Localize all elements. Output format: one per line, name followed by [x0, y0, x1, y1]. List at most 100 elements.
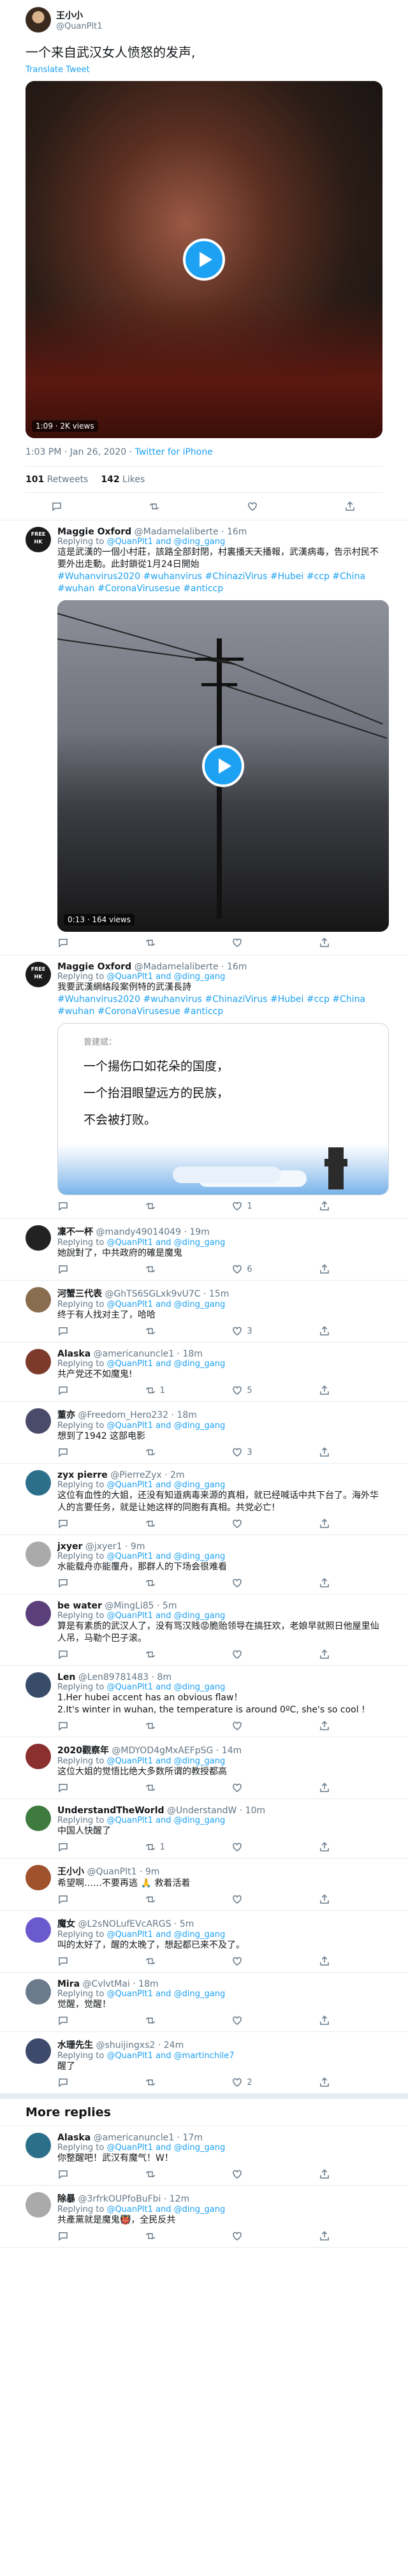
reply-name[interactable]: 2020觀察年 [57, 1746, 109, 1756]
tweet-source[interactable]: Twitter for iPhone [135, 447, 213, 457]
share-button[interactable] [319, 1518, 344, 1529]
reply-button[interactable] [57, 1782, 83, 1793]
retweet-button[interactable] [145, 1200, 170, 1212]
avatar[interactable] [26, 1287, 51, 1313]
reply-handle[interactable]: @Madamelaliberte [135, 527, 219, 537]
reply-item[interactable]: zyx pierre @PierreZyx · 2m Replying to @… [0, 1464, 408, 1535]
reply-handle[interactable]: @MDYOD4gMxAEFpSG [112, 1746, 213, 1756]
reply-hashtags[interactable]: #Wuhanvirus2020 #wuhanvirus #ChinaziViru… [57, 994, 382, 1018]
reply-handle[interactable]: @jxyer1 [85, 1542, 122, 1552]
avatar[interactable] [26, 1865, 51, 1890]
reply-handle[interactable]: @americanuncle1 [94, 2133, 174, 2143]
replying-to[interactable]: @QuanPlt1 and @ding_gang [106, 1989, 225, 1999]
share-button[interactable] [344, 501, 370, 512]
reply-handle[interactable]: @GhTS6SGLxk9vU7C [105, 1289, 200, 1299]
like-button[interactable] [231, 937, 257, 948]
reply-name[interactable]: 魔女 [57, 1919, 75, 1929]
share-button[interactable] [319, 2168, 344, 2180]
replying-to[interactable]: @QuanPlt1 and @ding_gang [106, 1756, 225, 1766]
avatar[interactable] [26, 1917, 51, 1943]
like-button[interactable] [231, 1518, 257, 1529]
like-button[interactable] [231, 2168, 257, 2180]
like-button[interactable] [231, 1782, 257, 1793]
reply-button[interactable] [57, 1720, 83, 1732]
reply-handle[interactable]: @mandy49014049 [96, 1227, 181, 1237]
retweet-button[interactable] [145, 1955, 170, 1967]
reply-button[interactable] [57, 1385, 83, 1396]
retweet-button[interactable] [145, 1649, 170, 1660]
reply-item[interactable]: 2020觀察年 @MDYOD4gMxAEFpSG · 14m Replying … [0, 1737, 408, 1799]
reply-item[interactable]: 董亦 @Freedom_Hero232 · 18m Replying to @Q… [0, 1402, 408, 1464]
retweet-button[interactable] [145, 2015, 170, 2026]
retweet-button[interactable] [145, 1782, 170, 1793]
reply-name[interactable]: 王小小 [57, 1867, 84, 1877]
reply-button[interactable] [57, 1200, 83, 1212]
share-button[interactable] [319, 1894, 344, 1905]
reply-button[interactable] [57, 2168, 83, 2180]
reply-name[interactable]: be water [57, 1601, 102, 1611]
share-button[interactable] [319, 1577, 344, 1589]
avatar[interactable] [26, 1349, 51, 1374]
reply-time[interactable]: · 2m [164, 1470, 184, 1480]
retweet-button[interactable] [145, 1577, 170, 1589]
like-button[interactable] [231, 1955, 257, 1967]
retweet-button[interactable] [149, 501, 174, 512]
reply-button[interactable] [57, 1841, 83, 1853]
reply-handle[interactable]: @UnderstandW [167, 1806, 237, 1816]
like-button[interactable]: 3 [231, 1446, 257, 1458]
like-button[interactable]: 1 [231, 1200, 257, 1212]
avatar[interactable] [26, 7, 51, 33]
reply-time[interactable]: · 10m [240, 1806, 265, 1816]
like-button[interactable] [231, 1720, 257, 1732]
avatar[interactable] [26, 1672, 51, 1698]
reply-handle[interactable]: @Madamelaliberte [135, 962, 219, 972]
retweet-button[interactable] [145, 1446, 170, 1458]
reply-time[interactable]: · 17m [177, 2133, 203, 2143]
author-name[interactable]: 王小小 [56, 9, 103, 22]
like-button[interactable]: 2 [231, 2077, 257, 2088]
avatar[interactable] [26, 1601, 51, 1626]
reply-button[interactable] [57, 1577, 83, 1589]
reply-name[interactable]: zyx pierre [57, 1470, 108, 1480]
reply-button[interactable] [57, 2015, 83, 2026]
author-handle[interactable]: @QuanPlt1 [56, 22, 103, 31]
reply-name[interactable]: Len [57, 1672, 75, 1682]
retweet-button[interactable] [145, 2230, 170, 2242]
replying-to[interactable]: @QuanPlt1 and @ding_gang [106, 1816, 225, 1825]
avatar[interactable] [26, 2133, 51, 2158]
translate-link[interactable]: Translate Tweet [26, 65, 382, 75]
reply-hashtags[interactable]: #Wuhanvirus2020 #wuhanvirus #ChinaziViru… [57, 571, 382, 595]
reply-item[interactable]: 河蟹三代表 @GhTS6SGLxk9vU7C · 15m Replying to… [0, 1281, 408, 1343]
reply-button[interactable] [57, 1518, 83, 1529]
reply-handle[interactable]: @shuijingxs2 [96, 2040, 155, 2050]
reply-name[interactable]: UnderstandTheWorld [57, 1806, 164, 1816]
replying-to[interactable]: @QuanPlt1 and @ding_gang [106, 1930, 225, 1939]
reply-time[interactable]: · 5m [174, 1919, 194, 1929]
reply-item[interactable]: FREE HK Maggie Oxford @Madamelaliberte · … [0, 520, 408, 955]
likes-stat[interactable]: 142 Likes [101, 475, 145, 485]
share-button[interactable] [319, 2230, 344, 2242]
reply-time[interactable]: · 12m [164, 2194, 189, 2204]
replying-to[interactable]: @QuanPlt1 and @ding_gang [106, 1300, 225, 1309]
reply-item[interactable]: Len @Len89781483 · 8m Replying to @QuanP… [0, 1666, 408, 1737]
tweet-video[interactable]: 1:09 · 2K views [26, 81, 382, 438]
reply-handle[interactable]: @Freedom_Hero232 [78, 1410, 168, 1420]
share-button[interactable] [319, 2015, 344, 2026]
reply-handle[interactable]: @L2sNOLufEVcARGS [78, 1919, 171, 1929]
play-button[interactable] [202, 745, 244, 787]
reply-item[interactable]: be water @MingLi85 · 5m Replying to @Qua… [0, 1594, 408, 1666]
reply-name[interactable]: 除暴 [57, 2194, 75, 2204]
avatar[interactable] [26, 1806, 51, 1831]
avatar[interactable] [26, 2038, 51, 2064]
retweet-button[interactable] [145, 2168, 170, 2180]
replying-to[interactable]: @QuanPlt1 and @ding_gang [106, 2205, 225, 2214]
replying-to[interactable]: @QuanPlt1 and @ding_gang [106, 1359, 225, 1369]
reply-button[interactable] [57, 937, 83, 948]
reply-handle[interactable]: @QuanPlt1 [87, 1867, 136, 1877]
reply-handle[interactable]: @3rfrkOUPfoBuFbi [78, 2194, 161, 2204]
reply-item[interactable]: Mira @CvlvtMai · 18m Replying to @QuanPl… [0, 1973, 408, 2032]
reply-time[interactable]: · 18m [177, 1349, 203, 1359]
reply-time[interactable]: · 18m [171, 1410, 197, 1420]
reply-button[interactable] [51, 501, 76, 512]
reply-item[interactable]: FREE HK Maggie Oxford @Madamelaliberte · … [0, 955, 408, 1219]
